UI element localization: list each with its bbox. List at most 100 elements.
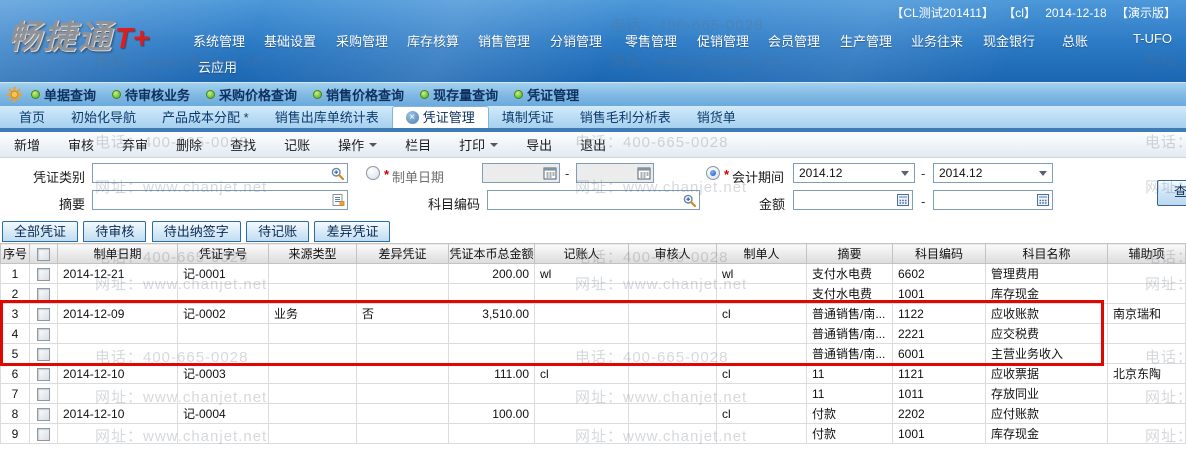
row-checkbox[interactable]: [37, 388, 50, 401]
menu-member[interactable]: 会员管理: [768, 31, 820, 50]
tab-gross-profit[interactable]: 销售毛利分析表: [567, 107, 684, 128]
menu-retail[interactable]: 零售管理: [625, 31, 677, 50]
cell-diff: [357, 364, 449, 384]
summary-input[interactable]: [92, 190, 348, 210]
menu-promotion[interactable]: 促销管理: [697, 31, 749, 50]
search-plus-icon[interactable]: [330, 166, 345, 184]
operation-menu-button[interactable]: 操作: [324, 135, 391, 154]
menu-basic-settings[interactable]: 基础设置: [264, 31, 316, 50]
unaudit-button[interactable]: 弃审: [108, 135, 162, 154]
search-button[interactable]: 查询: [1157, 180, 1186, 206]
cell-select: [30, 384, 58, 404]
document-icon[interactable]: [331, 193, 345, 210]
menu-cloud-app[interactable]: 云应用: [198, 57, 237, 76]
search-plus-icon[interactable]: [682, 193, 697, 211]
row-checkbox[interactable]: [37, 288, 50, 301]
audit-button[interactable]: 审核: [54, 135, 108, 154]
menu-production[interactable]: 生产管理: [840, 31, 892, 50]
calendar-icon[interactable]: [637, 166, 651, 183]
menu-system[interactable]: 系统管理: [193, 31, 245, 50]
table-row: 32014-12-09记-0002业务否3,510.00cl普通销售/南...1…: [1, 304, 1186, 324]
calendar-icon[interactable]: [543, 166, 557, 183]
cell-bookkeeper: wl: [535, 264, 629, 284]
required-mark: *: [384, 167, 389, 182]
period-to-select[interactable]: 2014.12: [933, 163, 1053, 183]
cell-summary: 付款: [807, 424, 893, 444]
exit-button[interactable]: 退出: [566, 135, 620, 154]
row-checkbox[interactable]: [37, 368, 50, 381]
tab-init-nav[interactable]: 初始化导航: [58, 107, 149, 128]
cell-account-code: 1001: [893, 424, 986, 444]
menu-purchase[interactable]: 采购管理: [336, 31, 388, 50]
columns-button[interactable]: 栏目: [391, 135, 445, 154]
row-checkbox[interactable]: [37, 408, 50, 421]
cell-account-name: 库存现金: [986, 424, 1108, 444]
toolbar: 新增 审核 弃审 删除 查找 记账 操作 栏目 打印 导出 退出: [0, 132, 1186, 158]
cell-date: 2014-12-10: [58, 364, 178, 384]
viewtab-diff-vouchers[interactable]: 差异凭证: [314, 221, 390, 242]
viewtab-all-vouchers[interactable]: 全部凭证: [2, 221, 78, 242]
cell-date: 2014-12-09: [58, 304, 178, 324]
period-radio[interactable]: [706, 166, 720, 180]
menu-t-ufo[interactable]: T-UFO: [1133, 31, 1172, 46]
menu-inventory[interactable]: 库存核算: [407, 31, 459, 50]
viewtab-pending-post[interactable]: 待记账: [246, 221, 309, 242]
tab-fill-voucher[interactable]: 填制凭证: [489, 107, 567, 128]
doc-date-radio[interactable]: [366, 166, 380, 180]
tab-voucher-mgmt[interactable]: 凭证管理: [392, 106, 489, 128]
menu-business[interactable]: 业务往来: [911, 31, 963, 50]
menu-sales[interactable]: 销售管理: [478, 31, 530, 50]
menu-general-ledger[interactable]: 总账: [1062, 31, 1088, 50]
post-button[interactable]: 记账: [270, 135, 324, 154]
row-checkbox[interactable]: [37, 428, 50, 441]
amount-to-input[interactable]: [933, 190, 1053, 210]
table-row: 9付款1001库存现金: [1, 424, 1186, 444]
cell-select: [30, 284, 58, 304]
quicklink-sales-price[interactable]: 销售价格查询: [313, 85, 404, 104]
calculator-icon[interactable]: [896, 193, 910, 210]
quicklink-voucher-mgmt[interactable]: 凭证管理: [514, 85, 579, 104]
cell-maker: [717, 424, 807, 444]
delete-button[interactable]: 删除: [162, 135, 216, 154]
cell-seq: 2: [1, 284, 30, 304]
tab-product-cost[interactable]: 产品成本分配 *: [149, 107, 262, 128]
cell-seq: 7: [1, 384, 30, 404]
cell-bookkeeper: [535, 304, 629, 324]
doc-date-to-input[interactable]: [576, 163, 654, 183]
row-checkbox[interactable]: [37, 268, 50, 281]
row-checkbox[interactable]: [37, 308, 50, 321]
menu-cash-bank[interactable]: 现金银行: [983, 31, 1035, 50]
new-button[interactable]: 新增: [0, 135, 54, 154]
quicklink-doc-query[interactable]: 单据查询: [31, 85, 96, 104]
gear-icon[interactable]: [6, 86, 23, 103]
calculator-icon[interactable]: [1036, 193, 1050, 210]
print-menu-button[interactable]: 打印: [445, 135, 512, 154]
tab-sales-order[interactable]: 销货单: [684, 107, 749, 128]
period-from-select[interactable]: 2014.12: [793, 163, 915, 183]
viewtab-pending-audit[interactable]: 待审核: [83, 221, 146, 242]
tab-home[interactable]: 首页: [6, 107, 58, 128]
account-code-input[interactable]: [487, 190, 700, 210]
green-dot-icon: [206, 90, 215, 99]
select-all-checkbox[interactable]: [37, 248, 50, 261]
cell-amount: [449, 344, 535, 364]
cell-bookkeeper: [535, 424, 629, 444]
amount-from-input[interactable]: [793, 190, 913, 210]
tab-close-icon[interactable]: [406, 111, 419, 124]
tab-sales-outbound-stats[interactable]: 销售出库单统计表: [262, 107, 392, 128]
cell-summary: 支付水电费: [807, 264, 893, 284]
voucher-type-input[interactable]: [92, 163, 348, 183]
cell-seq: 1: [1, 264, 30, 284]
menu-distribution[interactable]: 分销管理: [550, 31, 602, 50]
quicklink-purchase-price[interactable]: 采购价格查询: [206, 85, 297, 104]
viewtab-pending-cashier-sign[interactable]: 待出纳签字: [152, 221, 241, 242]
range-dash: -: [565, 166, 569, 181]
doc-date-from-input[interactable]: [482, 163, 560, 183]
row-checkbox[interactable]: [37, 328, 50, 341]
quicklink-stock-query[interactable]: 现存量查询: [420, 85, 498, 104]
row-checkbox[interactable]: [37, 348, 50, 361]
find-button[interactable]: 查找: [216, 135, 270, 154]
quicklink-pending-audit[interactable]: 待审核业务: [112, 85, 190, 104]
session-date: 2014-12-18: [1045, 6, 1106, 20]
export-button[interactable]: 导出: [512, 135, 566, 154]
